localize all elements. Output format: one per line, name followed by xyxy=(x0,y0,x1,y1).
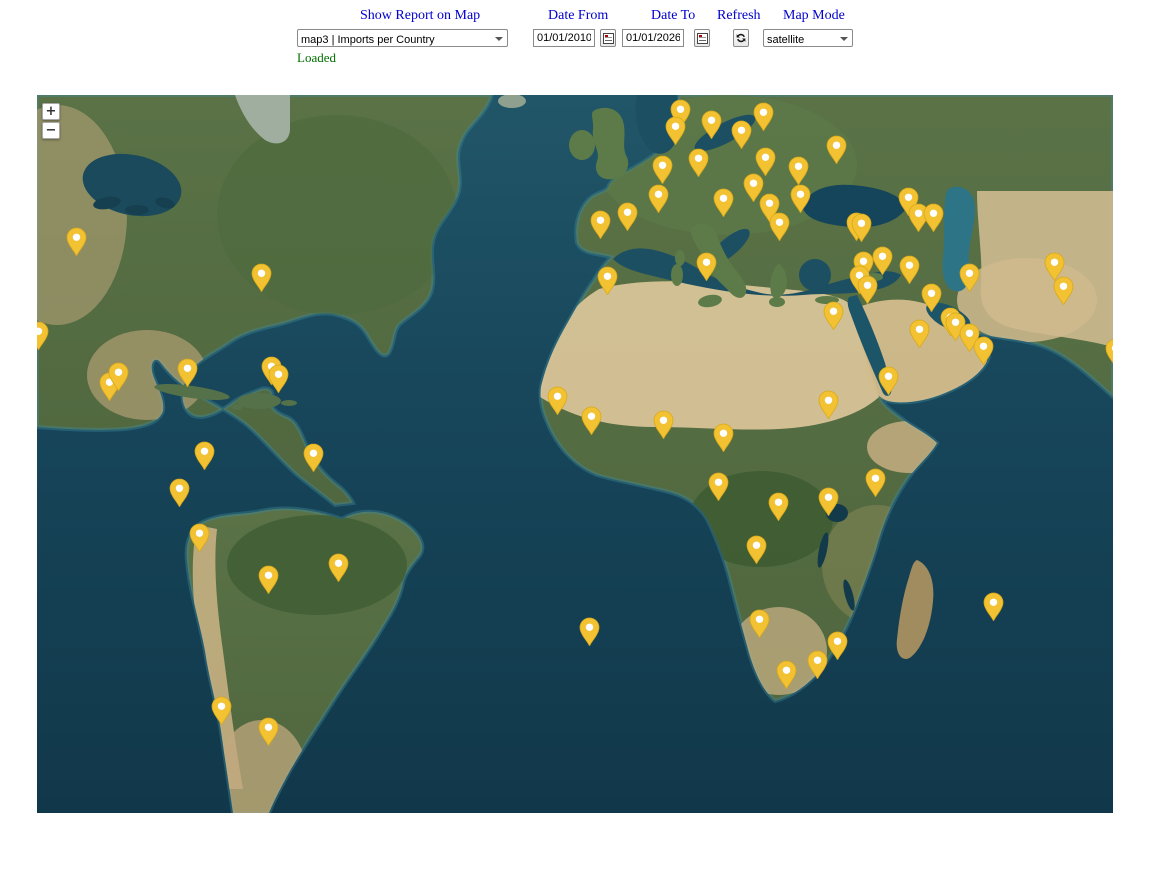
date-to-label: Date To xyxy=(651,8,695,24)
map-marker[interactable] xyxy=(753,102,774,132)
map-marker[interactable] xyxy=(776,660,797,690)
map-marker[interactable] xyxy=(251,263,272,293)
map-marker[interactable] xyxy=(328,553,349,583)
date-from-input[interactable] xyxy=(533,29,595,47)
map-marker[interactable] xyxy=(790,184,811,214)
date-to-input[interactable] xyxy=(622,29,684,47)
map-marker[interactable] xyxy=(807,650,828,680)
refresh-button[interactable] xyxy=(733,29,749,47)
map-mode-label: Map Mode xyxy=(783,8,845,24)
map-marker[interactable] xyxy=(909,319,930,349)
map-marker[interactable] xyxy=(826,135,847,165)
map-marker[interactable] xyxy=(818,390,839,420)
map-marker[interactable] xyxy=(749,609,770,639)
date-to-picker-button[interactable] xyxy=(694,29,710,47)
map-marker[interactable] xyxy=(768,492,789,522)
map-marker[interactable] xyxy=(865,468,886,498)
map-marker[interactable] xyxy=(713,188,734,218)
map-marker[interactable] xyxy=(851,213,872,243)
map-marker[interactable] xyxy=(1053,276,1074,306)
zoom-out-button[interactable]: − xyxy=(42,122,60,139)
map-marker[interactable] xyxy=(746,535,767,565)
map-marker[interactable] xyxy=(169,478,190,508)
map-marker[interactable] xyxy=(108,362,129,392)
map-marker[interactable] xyxy=(872,246,893,276)
date-from-picker-button[interactable] xyxy=(600,29,616,47)
map-marker[interactable] xyxy=(258,717,279,747)
map-marker[interactable] xyxy=(547,386,568,416)
map-marker[interactable] xyxy=(701,110,722,140)
map-marker[interactable] xyxy=(189,523,210,553)
map-marker[interactable] xyxy=(648,184,669,214)
map-marker[interactable] xyxy=(769,212,790,242)
map-marker[interactable] xyxy=(303,443,324,473)
status-text: Loaded xyxy=(297,50,336,66)
report-select-wrap: map3 | Imports per Country xyxy=(297,29,508,47)
map-marker[interactable] xyxy=(194,441,215,471)
zoom-in-button[interactable]: + xyxy=(42,103,60,120)
map-marker[interactable] xyxy=(581,406,602,436)
map-marker[interactable] xyxy=(731,120,752,150)
map-marker[interactable] xyxy=(688,148,709,178)
report-select[interactable]: map3 | Imports per Country xyxy=(298,32,507,48)
map-marker[interactable] xyxy=(696,252,717,282)
map-marker[interactable] xyxy=(665,116,686,146)
calendar-icon xyxy=(603,33,614,44)
map-marker[interactable] xyxy=(857,275,878,305)
map-marker[interactable] xyxy=(177,358,198,388)
map-marker[interactable] xyxy=(823,301,844,331)
refresh-icon xyxy=(735,32,747,44)
map-mode-select[interactable]: satellite xyxy=(764,32,852,48)
map-marker[interactable] xyxy=(211,696,232,726)
map-marker[interactable] xyxy=(268,364,289,394)
map-marker[interactable] xyxy=(708,472,729,502)
map-marker[interactable] xyxy=(37,321,49,351)
map-marker[interactable] xyxy=(617,202,638,232)
map-marker[interactable] xyxy=(652,155,673,185)
map-marker[interactable] xyxy=(66,227,87,257)
map-marker[interactable] xyxy=(921,283,942,313)
map-marker[interactable] xyxy=(579,617,600,647)
map-marker[interactable] xyxy=(788,156,809,186)
map-marker[interactable] xyxy=(590,210,611,240)
map-marker[interactable] xyxy=(899,255,920,285)
map-marker[interactable] xyxy=(983,592,1004,622)
map-mode-select-wrap: satellite xyxy=(763,29,853,47)
map-marker[interactable] xyxy=(713,423,734,453)
refresh-label: Refresh xyxy=(717,8,761,24)
map-marker[interactable] xyxy=(959,263,980,293)
map-marker[interactable] xyxy=(653,410,674,440)
map-marker[interactable] xyxy=(973,336,994,366)
map-canvas[interactable]: + − xyxy=(37,95,1113,813)
map-marker[interactable] xyxy=(1105,338,1114,368)
map-marker[interactable] xyxy=(597,266,618,296)
map-marker[interactable] xyxy=(827,631,848,661)
date-from-label: Date From xyxy=(548,8,608,24)
zoom-controls: + − xyxy=(42,103,60,141)
show-report-label: Show Report on Map xyxy=(360,8,480,24)
map-marker[interactable] xyxy=(923,203,944,233)
map-marker[interactable] xyxy=(258,565,279,595)
calendar-icon xyxy=(697,33,708,44)
map-marker[interactable] xyxy=(878,366,899,396)
map-marker[interactable] xyxy=(818,487,839,517)
